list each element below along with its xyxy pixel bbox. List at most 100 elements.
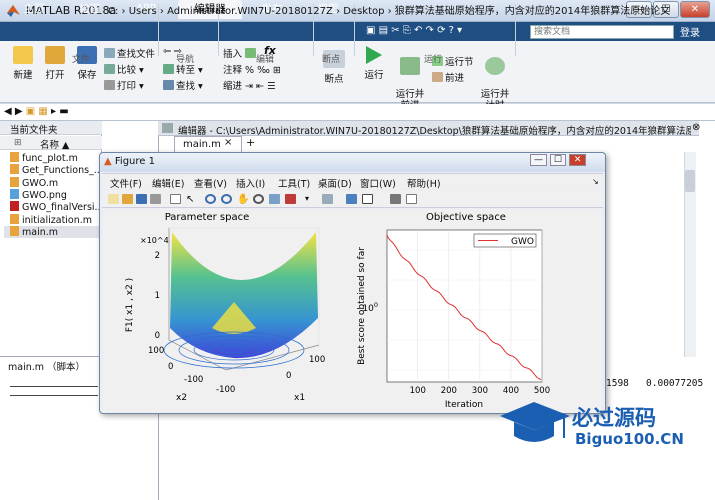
figure-maximize-button[interactable]: ☐	[549, 154, 566, 166]
search-input[interactable]: 搜索文档	[530, 25, 674, 39]
address-bar[interactable]	[0, 104, 715, 121]
rotate-icon[interactable]	[253, 194, 264, 204]
indent-icon: ⇥ ⇤ ☰	[245, 81, 276, 92]
legend-icon[interactable]	[362, 194, 373, 204]
menu-desktop[interactable]: 桌面(D)	[318, 176, 352, 190]
objective-x-label: Iteration	[445, 400, 483, 410]
objective-title: Objective space	[426, 212, 506, 223]
x-tick-label: 300	[472, 386, 488, 396]
file-icon	[10, 201, 19, 212]
pointer-icon[interactable]: ↖	[186, 194, 197, 205]
menu-insert[interactable]: 插入(I)	[236, 176, 265, 190]
percent-icon: % ‰ ⊞	[245, 65, 281, 76]
address-nav-icons[interactable]: ◀ ▶ ▣ ▦ ▸ ▬	[4, 106, 69, 117]
run-and-time-button[interactable]: 运行并 计时	[478, 46, 512, 111]
link-icon[interactable]	[322, 194, 333, 204]
figure-close-button[interactable]: ✕	[568, 154, 587, 166]
compare-button[interactable]: 比较 ▾	[104, 62, 144, 76]
x-tick: 0	[286, 371, 291, 381]
watermark-cn: 必过源码	[572, 406, 656, 430]
new-button[interactable]: 新建	[8, 46, 38, 81]
open-button[interactable]: 打开	[40, 46, 70, 81]
menu-view[interactable]: 查看(V)	[194, 176, 227, 190]
brush-dropdown-icon[interactable]: ▾	[305, 194, 316, 204]
y-tick: 0	[168, 362, 173, 372]
brush-icon[interactable]	[285, 194, 296, 204]
file-icon	[10, 188, 19, 199]
close-tab-icon[interactable]: ×	[224, 137, 232, 148]
hide-tools-icon[interactable]	[390, 194, 401, 204]
surface-mesh	[170, 232, 318, 359]
list-item[interactable]: initialization.m	[10, 213, 102, 226]
find-files-button[interactable]: 查找文件	[104, 46, 155, 60]
menu-edit[interactable]: 编辑(E)	[152, 176, 184, 190]
find-button[interactable]: 查找 ▾	[163, 78, 203, 92]
menu-window[interactable]: 窗口(W)	[360, 176, 396, 190]
show-tools-icon[interactable]	[406, 194, 417, 204]
x-tick-label: 400	[503, 386, 519, 396]
file-icon	[10, 176, 19, 187]
menu-file[interactable]: 文件(F)	[110, 176, 142, 190]
editor-close-icon[interactable]: ⊗	[692, 122, 700, 133]
z-tick: 2	[155, 251, 160, 261]
find-icon	[163, 80, 174, 90]
file-icon	[10, 152, 19, 162]
quick-access-toolbar[interactable]: ▣ ▤ ✂ ⎘ ↶ ↷ ⟳ ? ▾	[366, 25, 516, 38]
file-name: GWO_finalVersi...	[22, 202, 102, 214]
name-column-header[interactable]: 名称 ▲	[40, 137, 69, 151]
print-figure-icon[interactable]	[150, 194, 161, 204]
editor-icon	[162, 123, 173, 133]
new-figure-icon[interactable]	[108, 194, 119, 204]
run-group-label: 运行	[424, 55, 443, 65]
objective-space-plot[interactable]: Objective space 100 200 300 400 500 100 Best…	[354, 210, 600, 412]
open-file-icon[interactable]	[122, 194, 133, 204]
file-name: main.m	[22, 226, 59, 238]
save-figure-icon[interactable]	[136, 194, 147, 204]
list-item[interactable]: Get_Functions_...	[10, 164, 102, 176]
menu-dock-icon[interactable]: ↘	[592, 177, 599, 186]
figure-minimize-button[interactable]: —	[530, 154, 547, 166]
advance-button[interactable]: 前进	[432, 70, 464, 84]
folder-icon	[45, 46, 65, 64]
indent-button[interactable]: 缩进 ⇥ ⇤ ☰	[223, 78, 276, 92]
login-link[interactable]: 登录	[680, 24, 700, 39]
scrollbar-thumb[interactable]	[685, 170, 695, 192]
command-output: 1598 0.00077205	[606, 378, 704, 389]
parameter-space-plot[interactable]: Parameter space ×10^4 2 1 0 F1( x1 , x2 …	[104, 210, 354, 412]
insert-button[interactable]: 插入	[223, 46, 258, 60]
matlab-figure-icon: ▲	[104, 156, 112, 167]
menu-help[interactable]: 帮助(H)	[407, 176, 441, 190]
objective-y-label: Best score obtained so far	[357, 247, 367, 365]
expand-icon[interactable]: ⊞	[14, 138, 22, 148]
menu-tools[interactable]: 工具(T)	[278, 176, 310, 190]
run-and-advance-button[interactable]: 运行并 前进	[393, 46, 427, 111]
close-button[interactable]: ✕	[680, 1, 710, 18]
list-item[interactable]: func_plot.m	[10, 152, 102, 164]
x-tick: 100	[309, 355, 325, 365]
list-item[interactable]: GWO.m	[10, 176, 102, 189]
pan-icon[interactable]: ✋	[237, 194, 249, 205]
list-item[interactable]: GWO.png	[10, 188, 102, 201]
tab-home[interactable]: 主页	[8, 0, 60, 19]
edit-plot-icon[interactable]	[170, 194, 181, 204]
address-path[interactable]: C: › Users › Administrator.WIN7U-2018012…	[108, 2, 670, 17]
run-button[interactable]: 运行	[359, 46, 389, 81]
details-divider	[10, 386, 98, 387]
file-name: initialization.m	[22, 214, 93, 226]
figure-window-buttons[interactable]: — ☐ ✕	[530, 154, 600, 166]
add-tab-button[interactable]: +	[246, 136, 255, 149]
file-name: GWO.m	[22, 177, 59, 189]
list-item[interactable]: main.m	[4, 225, 100, 238]
data-cursor-icon[interactable]	[269, 194, 280, 204]
surface-title: Parameter space	[165, 212, 250, 223]
new-file-icon	[13, 46, 33, 64]
colorbar-icon[interactable]	[346, 194, 357, 204]
print-button[interactable]: 打印 ▾	[104, 78, 144, 92]
y-tick: 100	[148, 346, 164, 356]
zoom-out-icon[interactable]	[221, 194, 232, 204]
zoom-in-icon[interactable]	[205, 194, 216, 204]
list-item[interactable]: GWO_finalVersi...	[10, 201, 102, 213]
file-group-label: 文件	[72, 55, 91, 65]
file-name: Get_Functions_...	[22, 165, 102, 177]
z-exponent-label: ×10^4	[140, 236, 169, 245]
